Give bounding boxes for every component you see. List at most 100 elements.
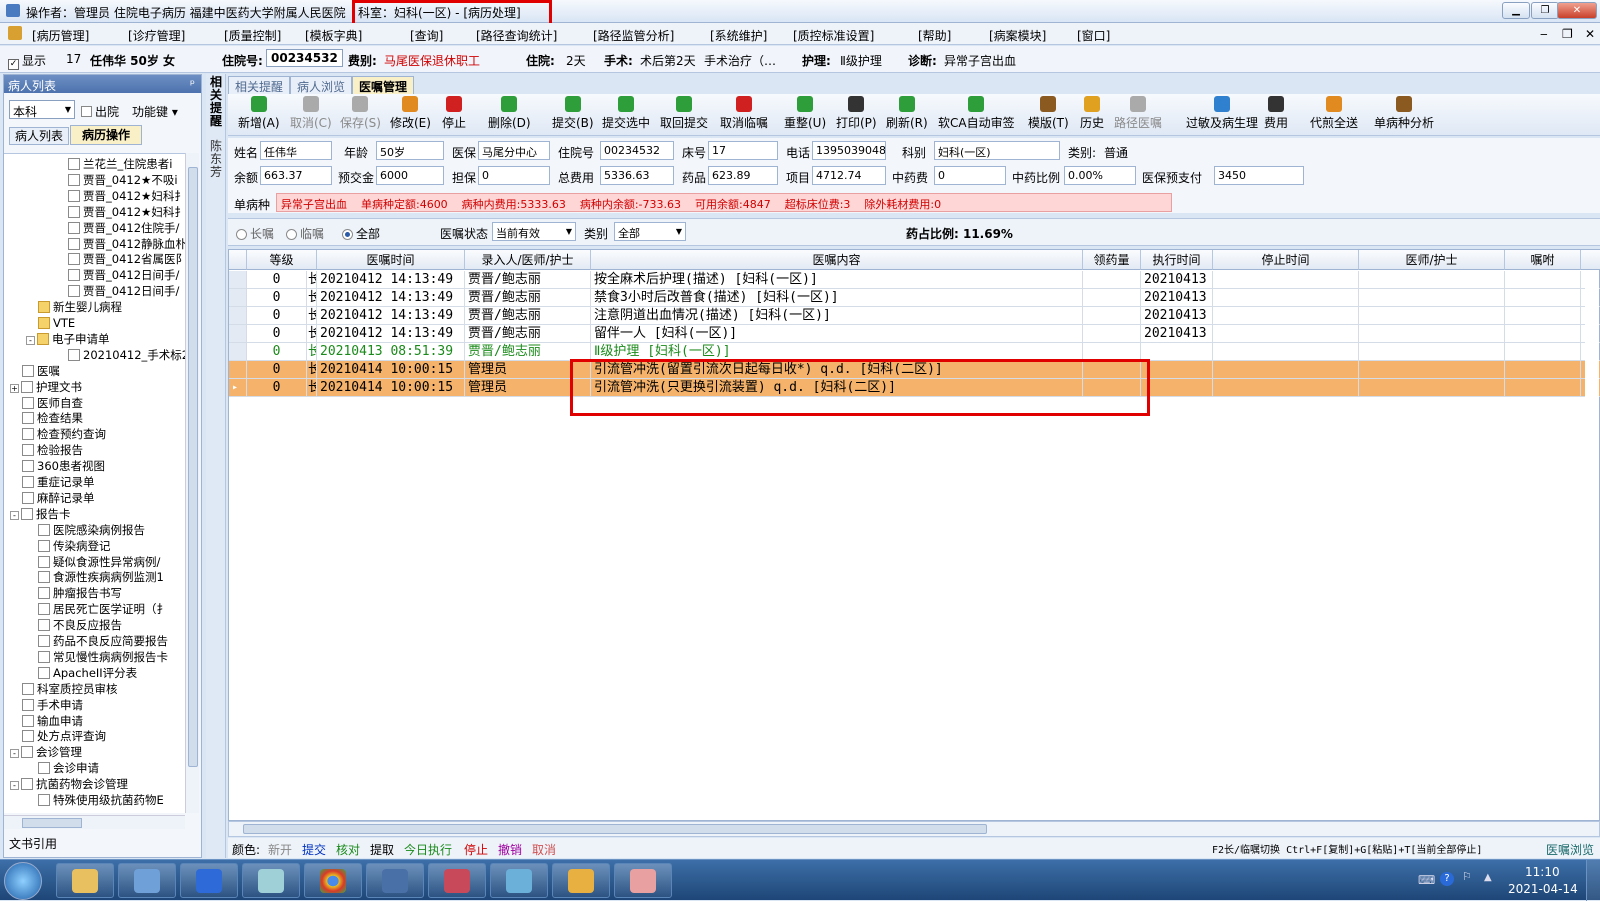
grid-cell[interactable] <box>1213 343 1359 361</box>
taskbar-explorer[interactable] <box>56 863 114 898</box>
tree-node[interactable]: 贾晋_0412★妇科扌 <box>68 188 185 204</box>
toolbar-button[interactable]: 修改(E) <box>390 96 431 131</box>
tab-reminders[interactable]: 相关提醒 <box>228 76 291 94</box>
grid-cell[interactable] <box>1213 361 1359 379</box>
toolbar-button[interactable]: 提交选中 <box>602 96 650 131</box>
grid-cell[interactable] <box>1359 379 1505 397</box>
toolbar-button[interactable]: 历史 <box>1080 96 1104 131</box>
menu-item[interactable]: [路径监管分析] <box>593 27 674 44</box>
tree-node[interactable]: 贾晋_0412省属医阝 <box>68 251 185 267</box>
menu-item[interactable]: [路径查询统计] <box>476 27 557 44</box>
tree-node[interactable]: 不良反应报告 <box>38 617 122 633</box>
grid-cell[interactable] <box>1359 271 1505 289</box>
tree-node[interactable]: 特殊使用级抗菌药物E <box>38 792 164 808</box>
menu-item[interactable]: [系统维护] <box>710 27 767 44</box>
grid-cell[interactable] <box>1505 361 1581 379</box>
grid-cell[interactable]: 留伴一人 [妇科(一区)] <box>591 325 1083 343</box>
grid-cell[interactable] <box>1213 289 1359 307</box>
grid-cell[interactable] <box>1141 361 1213 379</box>
tree-node[interactable]: 会诊申请 <box>38 760 99 776</box>
tree-node[interactable]: 医院感染病例报告 <box>38 522 145 538</box>
row-selector[interactable] <box>229 361 247 379</box>
grid-cell[interactable]: 20210413 <box>1141 325 1213 343</box>
toolbar-button[interactable]: 单病种分析 <box>1374 96 1434 131</box>
taskbar-database[interactable] <box>428 863 486 898</box>
tree-node[interactable]: 传染病登记 <box>38 538 111 554</box>
tree-node[interactable]: 医师自查 <box>22 395 83 411</box>
grid-header[interactable]: 执行时间 <box>1141 250 1213 270</box>
grid-cell[interactable]: 20210412 14:13:49 <box>317 307 465 325</box>
grid-cell[interactable]: 20210413 08:51:39 <box>317 343 465 361</box>
vtab-reminders[interactable]: 相关提醒 <box>209 76 223 128</box>
taskbar-notepad[interactable] <box>242 863 300 898</box>
grid-cell[interactable] <box>1359 343 1505 361</box>
tree-expander-icon[interactable]: - <box>10 510 19 520</box>
grid-cell[interactable]: 0 <box>247 343 307 361</box>
taskbar-wps[interactable] <box>180 863 238 898</box>
grid-cell[interactable] <box>1213 307 1359 325</box>
menu-item[interactable]: [诊疗管理] <box>128 27 185 44</box>
tree-node[interactable]: 兰花兰_住院患者i <box>68 156 172 172</box>
menu-item[interactable]: [质量控制] <box>224 27 281 44</box>
grid-cell[interactable]: 贾晋/鲍志丽 <box>465 307 591 325</box>
tree-node[interactable]: 检查结果 <box>22 410 83 426</box>
taskbar-doctor[interactable] <box>490 863 548 898</box>
grid-cell[interactable] <box>1505 325 1581 343</box>
taskbar-sql[interactable] <box>552 863 610 898</box>
radio-temp-order[interactable]: 临嘱 <box>286 225 324 242</box>
taskbar-app-2[interactable] <box>118 863 176 898</box>
grid-cell[interactable]: 20210414 10:00:15 <box>317 361 465 379</box>
tray-expand-icon[interactable]: ▲ <box>1484 872 1492 883</box>
grid-hscroll[interactable] <box>228 821 1600 837</box>
tree-node[interactable]: 科室质控员审核 <box>22 681 118 697</box>
tree-vscroll[interactable] <box>185 153 199 813</box>
tree-expander-icon[interactable]: - <box>10 781 19 791</box>
vtab-doctor[interactable]: 陈东芳 <box>209 140 223 179</box>
dept-select[interactable]: 本科 ▼ <box>9 100 75 119</box>
toolbar-button[interactable]: 取消(C) <box>290 96 332 131</box>
grid-cell[interactable]: 长 <box>307 379 317 397</box>
tree-node[interactable]: - 报告卡 <box>10 506 71 522</box>
tree-node[interactable]: 处方点评查询 <box>22 728 106 744</box>
menu-item[interactable]: [窗口] <box>1077 27 1110 44</box>
tree-node[interactable]: 贾晋_0412住院手/ <box>68 220 179 236</box>
taskbar-remote[interactable] <box>366 863 424 898</box>
tree-node[interactable]: 贾晋_0412静脉血朴 <box>68 236 185 252</box>
grid-cell[interactable]: 20210412 14:13:49 <box>317 271 465 289</box>
tree-node[interactable]: 新生婴儿病程 <box>38 299 122 315</box>
pin-icon[interactable]: ᵖ <box>190 77 195 91</box>
tree-expander-icon[interactable]: + <box>10 383 19 393</box>
menu-item[interactable]: [帮助] <box>918 27 951 44</box>
close-button[interactable]: ✕ <box>1557 2 1597 19</box>
toolbar-button[interactable]: 新增(A) <box>238 96 280 131</box>
tree-node[interactable]: 检查预约查询 <box>22 426 106 442</box>
tree-hscroll[interactable] <box>4 815 185 829</box>
show-checkbox[interactable]: ✓ 显示 <box>8 52 46 70</box>
grid-cell[interactable]: 贾晋/鲍志丽 <box>465 325 591 343</box>
grid-header[interactable]: 等级 <box>247 250 317 270</box>
grid-cell[interactable] <box>1141 379 1213 397</box>
tree-expander-icon[interactable]: - <box>10 749 19 759</box>
grid-cell[interactable]: 20210413 <box>1141 271 1213 289</box>
grid-cell[interactable]: 20210412 14:13:49 <box>317 289 465 307</box>
grid-cell[interactable]: 长 <box>307 325 317 343</box>
row-selector[interactable] <box>229 343 247 361</box>
grid-cell[interactable]: 0 <box>247 289 307 307</box>
tree-node[interactable]: 医嘱 <box>22 363 60 379</box>
tree-node[interactable]: 食源性疾病病例监测1 <box>38 569 164 585</box>
grid-header[interactable] <box>1581 250 1600 270</box>
func-key-dropdown[interactable]: 功能键 ▾ <box>132 103 178 120</box>
tree-expander-icon[interactable]: - <box>26 335 35 345</box>
grid-header[interactable]: 医嘱时间 <box>317 250 465 270</box>
grid-header[interactable]: 录入人/医师/护士 <box>465 250 591 270</box>
tree-node[interactable]: 居民死亡医学证明（扌 <box>38 601 168 617</box>
grid-cell[interactable] <box>1213 379 1359 397</box>
grid-cell[interactable] <box>1359 361 1505 379</box>
grid-vscroll[interactable] <box>1585 271 1599 819</box>
grid-cell[interactable]: 0 <box>247 307 307 325</box>
grid-header[interactable]: 嘱咐 <box>1505 250 1581 270</box>
menu-close-icon[interactable]: ✕ <box>1585 27 1595 41</box>
radio-long-order[interactable]: 长嘱 <box>236 225 274 242</box>
grid-cell[interactable] <box>1359 289 1505 307</box>
tree-node[interactable]: 贾晋_0412日间手/ <box>68 283 179 299</box>
